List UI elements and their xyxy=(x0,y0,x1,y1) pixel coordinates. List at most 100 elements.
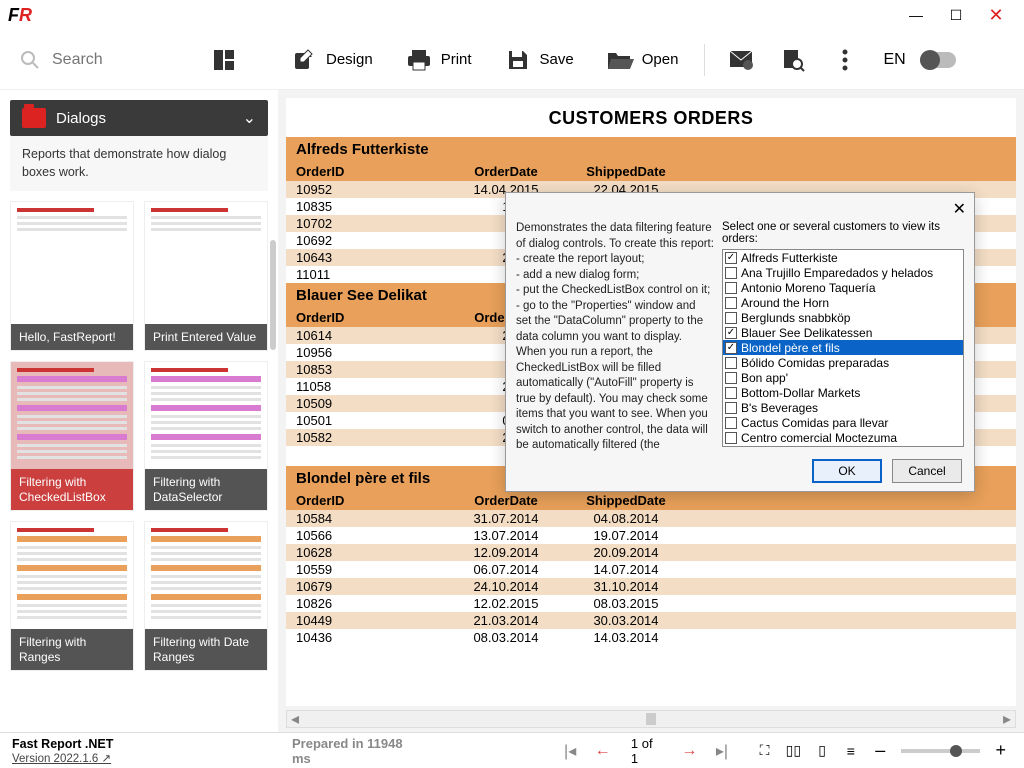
checklist-item[interactable]: Bottom-Dollar Markets xyxy=(723,385,963,400)
view-list-icon[interactable]: ≡ xyxy=(842,742,859,760)
checklist-item-label: Berglunds snabbköp xyxy=(741,311,850,325)
checklist-item[interactable]: Berglunds snabbköp xyxy=(723,310,963,325)
print-icon xyxy=(405,46,433,74)
sidebar-scrollbar[interactable] xyxy=(270,240,276,350)
customer-group-header: Alfreds Futterkiste xyxy=(286,137,1016,162)
checklist-item[interactable]: ✓ Blauer See Delikatessen xyxy=(723,325,963,340)
checkbox-icon[interactable]: ✓ xyxy=(725,327,737,339)
checklist-item-label: B's Beverages xyxy=(741,401,818,415)
sidebar: Dialogs ⌄ Reports that demonstrate how d… xyxy=(0,90,278,732)
language-button[interactable]: EN xyxy=(873,51,915,69)
ok-button[interactable]: OK xyxy=(812,459,882,483)
dialog-description: Demonstrates the data filtering feature … xyxy=(516,221,714,447)
next-page-button[interactable]: → xyxy=(679,740,700,762)
checklist-item-label: Antonio Moreno Taquería xyxy=(741,281,876,295)
save-button[interactable]: Save xyxy=(490,40,588,80)
minimize-button[interactable]: — xyxy=(896,0,936,30)
table-header-row: OrderIDOrderDateShippedDate xyxy=(286,162,1016,181)
report-thumbnail[interactable]: Filtering with DataSelector xyxy=(144,361,268,511)
checkbox-icon[interactable] xyxy=(725,357,737,369)
checkbox-icon[interactable] xyxy=(725,267,737,279)
search-wrap xyxy=(16,46,206,74)
product-name: Fast Report .NET xyxy=(12,737,266,751)
table-row: 1055906.07.201414.07.2014 xyxy=(286,561,1016,578)
checkbox-icon[interactable] xyxy=(725,297,737,309)
section-header-dialogs[interactable]: Dialogs ⌄ xyxy=(10,100,268,136)
preview-icon[interactable] xyxy=(779,46,807,74)
checkbox-icon[interactable] xyxy=(725,372,737,384)
version-link[interactable]: Version 2022.1.6 ↗ xyxy=(12,753,111,765)
checklist-item[interactable]: Ana Trujillo Emparedados y helados xyxy=(723,265,963,280)
checklist-item-label: Ana Trujillo Emparedados y helados xyxy=(741,266,933,280)
zoom-in-button[interactable]: + xyxy=(992,740,1011,761)
search-input[interactable] xyxy=(52,51,182,69)
checkbox-icon[interactable] xyxy=(725,432,737,444)
customer-checklist[interactable]: ✓ Alfreds FutterkisteAna Trujillo Empared… xyxy=(722,249,964,447)
thumbnail-label: Filtering with CheckedListBox xyxy=(11,469,133,510)
checkbox-icon[interactable] xyxy=(725,312,737,324)
thumbnail-label: Print Entered Value xyxy=(145,324,267,350)
report-title: CUSTOMERS ORDERS xyxy=(286,108,1016,129)
checklist-item-label: Blauer See Delikatessen xyxy=(741,326,872,340)
checklist-item-label: Centro comercial Moctezuma xyxy=(741,431,897,445)
cancel-button[interactable]: Cancel xyxy=(892,459,962,483)
checklist-item[interactable]: Cactus Comidas para llevar xyxy=(723,415,963,430)
checkbox-icon[interactable]: ✓ xyxy=(725,342,737,354)
folder-icon xyxy=(22,108,46,128)
zoom-slider[interactable] xyxy=(901,749,979,753)
theme-switch[interactable] xyxy=(920,52,956,68)
checklist-item[interactable]: Around the Horn xyxy=(723,295,963,310)
checklist-label: Select one or several customers to view … xyxy=(722,221,964,245)
design-icon xyxy=(290,46,318,74)
design-button[interactable]: Design xyxy=(276,40,387,80)
report-thumbnail[interactable]: Filtering with Ranges xyxy=(10,521,134,671)
checklist-item[interactable]: ✓ Blondel père et fils xyxy=(723,340,963,355)
prev-page-button[interactable]: ← xyxy=(592,740,613,762)
view-one-icon[interactable]: ▯ xyxy=(814,742,831,760)
thumbnail-label: Filtering with Date Ranges xyxy=(145,629,267,670)
checkbox-icon[interactable] xyxy=(725,282,737,294)
fit-page-icon[interactable]: ⛶ xyxy=(756,742,773,760)
checkbox-icon[interactable] xyxy=(725,417,737,429)
checklist-item-label: Alfreds Futterkiste xyxy=(741,251,838,265)
toolbar-divider xyxy=(704,44,705,76)
checklist-item-label: Bon app' xyxy=(741,371,788,385)
layout-toggle-icon[interactable] xyxy=(210,46,238,74)
checklist-item-label: Blondel père et fils xyxy=(741,341,840,355)
more-icon[interactable] xyxy=(831,46,859,74)
prepared-label: Prepared in 11948 ms xyxy=(292,736,416,766)
print-button[interactable]: Print xyxy=(391,40,486,80)
thumbnail-label: Filtering with DataSelector xyxy=(145,469,267,510)
thumbnail-label: Hello, FastReport! xyxy=(11,324,133,350)
last-page-button[interactable]: ▸| xyxy=(712,740,733,762)
titlebar: FR — ☐ ✕ xyxy=(0,0,1024,30)
horizontal-scrollbar[interactable]: ◂▸ xyxy=(286,710,1016,728)
report-thumbnail[interactable]: Print Entered Value xyxy=(144,201,268,351)
checkbox-icon[interactable] xyxy=(725,387,737,399)
report-thumbnail[interactable]: Hello, FastReport! xyxy=(10,201,134,351)
checklist-item[interactable]: Antonio Moreno Taquería xyxy=(723,280,963,295)
checkbox-icon[interactable] xyxy=(725,402,737,414)
zoom-out-button[interactable]: – xyxy=(871,740,889,761)
checklist-item[interactable]: B's Beverages xyxy=(723,400,963,415)
dialog-close-icon[interactable]: ✕ xyxy=(953,199,966,219)
mail-icon[interactable] xyxy=(727,46,755,74)
first-page-button[interactable]: |◂ xyxy=(560,740,581,762)
report-thumbnail[interactable]: Filtering with CheckedListBox xyxy=(10,361,134,511)
table-row: 1044921.03.201430.03.2014 xyxy=(286,612,1016,629)
checklist-item[interactable]: Centro comercial Moctezuma xyxy=(723,430,963,445)
report-thumbnail[interactable]: Filtering with Date Ranges xyxy=(144,521,268,671)
checklist-item[interactable]: Bólido Comidas preparadas xyxy=(723,355,963,370)
maximize-button[interactable]: ☐ xyxy=(936,0,976,30)
open-button[interactable]: Open xyxy=(592,40,693,80)
table-row: 1082612.02.201508.03.2015 xyxy=(286,595,1016,612)
design-label: Design xyxy=(326,51,373,68)
checkbox-icon[interactable]: ✓ xyxy=(725,252,737,264)
checklist-item[interactable]: Bon app' xyxy=(723,370,963,385)
page-indicator: 1 of 1 xyxy=(625,736,667,766)
filter-dialog: ✕ Demonstrates the data filtering featur… xyxy=(505,192,975,492)
checklist-item[interactable]: ✓ Alfreds Futterkiste xyxy=(723,250,963,265)
view-two-icon[interactable]: ▯▯ xyxy=(785,742,802,760)
chevron-down-icon: ⌄ xyxy=(243,108,256,128)
close-button[interactable]: ✕ xyxy=(976,0,1016,30)
